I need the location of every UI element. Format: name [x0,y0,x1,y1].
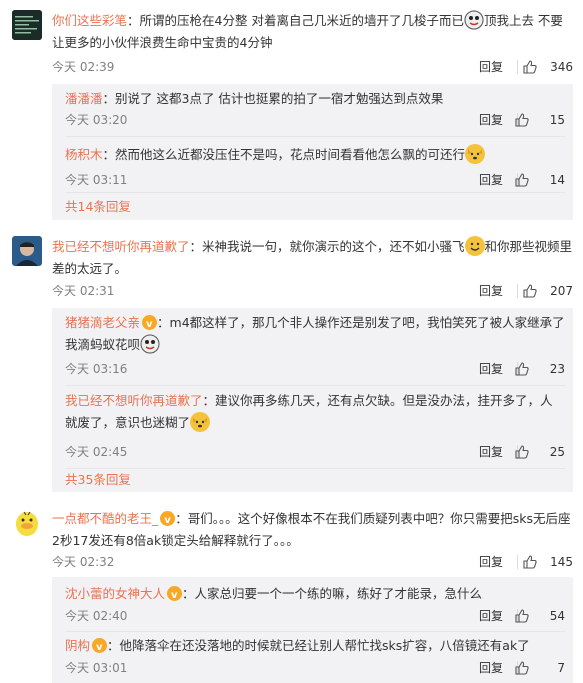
reply-button[interactable]: 回复 [479,441,503,463]
like-button[interactable]: 346 [523,56,573,78]
like-count: 54 [549,609,565,623]
like-count: 7 [557,661,565,675]
reply-button[interactable]: 回复 [479,657,503,679]
comment-time: 今天 02:40 [65,609,128,623]
vip-badge-icon [167,585,183,607]
vip-badge-icon [92,637,108,659]
comment-username[interactable]: 一点都不酷的老王_ [52,511,158,526]
sub-comment-username[interactable]: 杨积木 [65,147,103,162]
comment-time: 今天 03:01 [65,661,128,675]
like-button[interactable]: 25 [515,441,565,463]
sub-comment-username[interactable]: 阴构 [65,638,90,653]
comment-time: 今天 03:11 [65,173,128,187]
sub-comment-text: ：人家总归要一个一个练的嘛，练好了才能录，急什么 [182,586,483,601]
comment-time: 今天 02:32 [52,555,115,569]
thumbs-up-icon [515,173,529,187]
like-button[interactable]: 23 [515,358,565,380]
divider [65,192,565,193]
reply-button[interactable]: 回复 [479,56,503,78]
comment-username[interactable]: 我已经不想听你再道歉了 [52,239,190,254]
reply-button[interactable]: 回复 [479,109,503,131]
like-button[interactable]: 145 [523,551,573,573]
smile-emoji-icon [464,236,485,256]
like-count: 145 [550,555,573,569]
sub-comment-meta: 今天 03:16 回复 23 [65,358,565,380]
reply-button[interactable]: 回复 [479,280,503,302]
divider [65,136,565,137]
comment-time: 今天 02:31 [52,284,115,298]
sub-comment-meta: 今天 03:11 回复 14 [65,169,565,191]
like-count: 346 [550,60,573,74]
divider [517,60,518,74]
vip-badge-icon [160,510,176,532]
comment-time: 今天 02:45 [65,445,128,459]
sub-comment-meta: 今天 03:01 回复 7 [65,657,565,679]
avatar[interactable] [12,508,42,538]
avatar[interactable] [12,236,42,266]
sub-comment-text: ：别说了 这都3点了 估计也挺累的拍了一宿才勉强达到点效果 [102,91,444,106]
like-button[interactable]: 15 [515,109,565,131]
thumbs-up-icon [515,362,529,376]
like-button[interactable]: 7 [515,657,565,679]
sub-comments: 沈小蕾的女神大人 ：人家总归要一个一个练的嘛，练好了才能录，急什么 今天 02:4… [52,577,573,683]
reply-button[interactable]: 回复 [479,358,503,380]
sub-comment-meta: 今天 03:20 回复 15 [65,109,565,131]
divider [65,631,565,632]
dog-emoji-icon [465,144,486,164]
like-count: 23 [549,362,565,376]
sub-comment-username[interactable]: 我已经不想听你再道歉了 [65,393,203,408]
sub-comment-meta: 今天 02:40 回复 54 [65,605,565,627]
like-button[interactable]: 207 [523,280,573,302]
comment-time: 今天 02:39 [52,60,115,74]
divider [517,284,518,298]
comment-time: 今天 03:16 [65,362,128,376]
like-count: 207 [550,284,573,298]
divider [517,555,518,569]
reply-button[interactable]: 回复 [479,551,503,573]
reply-button[interactable]: 回复 [479,605,503,627]
comment-meta: 今天 02:39 回复 346 [52,56,573,78]
like-count: 15 [549,113,565,127]
vip-badge-icon [142,314,158,336]
emoji-icon [463,10,484,30]
divider [65,385,565,386]
reply-button[interactable]: 回复 [479,169,503,191]
comment-text: 一点都不酷的老王_：哥们。。。这个好像根本不在我们质疑列表中吧？你只需要把sks… [52,508,573,552]
thumbs-up-icon [515,445,529,459]
divider [65,468,565,469]
thumbs-up-icon [515,661,529,675]
sub-comments: 猪猪滴老父亲：m4都这样了，那几个非人操作还是别发了吧，我怕笑死了被人家继承了我… [52,308,573,492]
comment-meta: 今天 02:32 回复 145 [52,551,573,573]
thumbs-up-icon [523,284,537,298]
like-count: 25 [549,445,565,459]
thumbs-up-icon [515,113,529,127]
comment-time: 今天 03:20 [65,113,128,127]
more-replies-link[interactable]: 共35条回复 [65,470,131,490]
comment-meta: 今天 02:31 回复 207 [52,280,573,302]
sub-comment-meta: 今天 02:45 回复 25 [65,441,565,463]
avatar[interactable] [12,10,42,40]
comment-username[interactable]: 你们这些彩笔 [52,13,127,28]
dog-emoji-icon [190,412,211,432]
comment-text: 你们这些彩笔：所谓的压枪在4分整 对着离自己几米近的墙开了几梭子而已 顶我上去 不… [52,10,573,54]
sub-comment-username[interactable]: 潘潘潘 [65,91,103,106]
more-replies-link[interactable]: 共14条回复 [65,197,131,217]
like-count: 14 [549,173,565,187]
like-button[interactable]: 54 [515,605,565,627]
sub-comment-username[interactable]: 猪猪滴老父亲 [65,315,140,330]
comment-text: 我已经不想听你再道歉了：米神我说一句，就你演示的这个，还不如小骚飞 和你那些视频里… [52,236,573,280]
sub-comment-text: ：然而他这么近都没压住不是吗，花点时间看看他怎么飘的可还行 [102,147,466,162]
sub-comments: 潘潘潘：别说了 这都3点了 估计也挺累的拍了一宿才勉强达到点效果 今天 03:2… [52,84,573,220]
thumbs-up-icon [523,555,537,569]
sub-comment-username[interactable]: 沈小蕾的女神大人 [65,586,165,601]
thumbs-up-icon [523,60,537,74]
sub-comment-text: ：他降落伞在还没落地的时候就已经让别人帮忙找sks扩容，八倍镜还有ak了 [107,638,530,653]
like-button[interactable]: 14 [515,169,565,191]
emoji-icon [140,334,161,354]
thumbs-up-icon [515,609,529,623]
